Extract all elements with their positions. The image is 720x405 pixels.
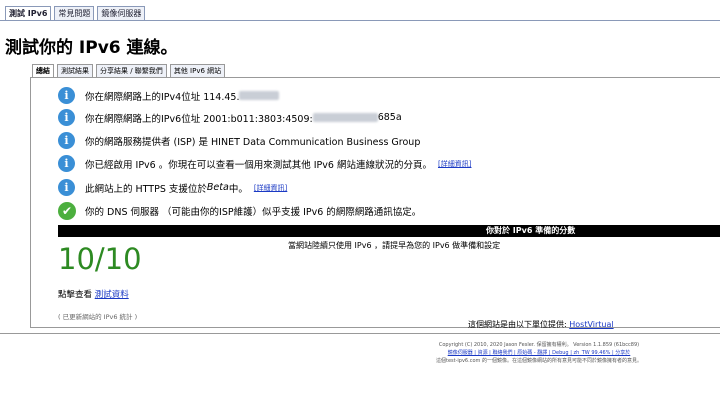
detail-link[interactable]: [詳細資訊] bbox=[254, 183, 287, 193]
footer-links-text[interactable]: 鏡像伺服器 | 資源 | 聯絡我們 | 原始碼 - 翻譯 | Debug | z… bbox=[448, 350, 631, 356]
info-icon: i bbox=[58, 132, 75, 149]
ipv6-text: 你在網際網路上的IPv6位址 2001:b011:3803:4509: bbox=[85, 113, 313, 125]
stats-link[interactable]: ( 已更新網站的 IPv6 統計 ) bbox=[58, 311, 137, 321]
info-icon: i bbox=[58, 87, 75, 104]
info-icon: i bbox=[58, 109, 75, 126]
dns-row: ✔ 你的 DNS 伺服器 （可能由你的ISP維護）似乎支援 IPv6 的網際網路… bbox=[58, 202, 421, 220]
ipv4-row: i 你在網際網路上的IPv4位址 114.45. bbox=[58, 87, 280, 104]
score-value: 10/10 bbox=[58, 242, 142, 276]
top-tab-bar: 測試 IPv6 常見問題 鏡像伺服器 bbox=[5, 6, 146, 21]
dns-text: 你的 DNS 伺服器 （可能由你的ISP維護）似乎支援 IPv6 的網際網路通訊… bbox=[85, 207, 422, 218]
score-header-bar: 你對於 IPv6 準備的分數 bbox=[58, 225, 720, 237]
footer-copyright: Copyright (C) 2010, 2020 Jason Fesler. 保… bbox=[438, 342, 640, 348]
footer-links: 鏡像伺服器 | 資源 | 聯絡我們 | 原始碼 - 翻譯 | Debug | z… bbox=[424, 349, 654, 356]
ipv6-enabled-text: 你已經啟用 IPv6 。你現在可以查看一個用來測試其他 IPv6 網站連線狀況的… bbox=[85, 159, 432, 171]
tab-mirrors[interactable]: 鏡像伺服器 bbox=[97, 6, 146, 21]
detail-link[interactable]: [詳細資訊] bbox=[438, 159, 471, 169]
test-data-line: 點擊查看 測試資料 bbox=[58, 288, 129, 300]
ipv4-text: 你在網際網路上的IPv4位址 114.45. bbox=[85, 91, 240, 103]
redacted-ipv4 bbox=[239, 91, 280, 100]
sub-tab-bar: 總結 測試結果 分享結果 / 聯繫我們 其他 IPv6 網站 bbox=[32, 64, 226, 78]
https-row: i 此網站上的 HTTPS 支援位於 Beta 中。 [詳細資訊] bbox=[58, 179, 287, 196]
tab-test-results[interactable]: 測試結果 bbox=[57, 64, 93, 78]
check-icon: ✔ bbox=[58, 202, 76, 220]
tab-test-ipv6[interactable]: 測試 IPv6 bbox=[5, 6, 52, 21]
https-beta: Beta bbox=[206, 182, 229, 193]
tab-divider bbox=[0, 20, 720, 21]
footer-note: 這個test-ipv6.com 的一個鏡像。在這個鏡像網站的所有意見可能不同於鏡… bbox=[436, 358, 642, 364]
https-suffix: 中。 bbox=[228, 183, 248, 195]
isp-row: i 你的網路服務提供者 (ISP) 是 HINET Data Communica… bbox=[58, 132, 420, 149]
info-icon: i bbox=[58, 155, 75, 172]
click-text: 點擊查看 bbox=[58, 290, 95, 300]
https-text: 此網站上的 HTTPS 支援位於 bbox=[85, 183, 207, 195]
isp-text: 你的網路服務提供者 (ISP) 是 HINET Data Communicati… bbox=[85, 136, 421, 148]
host-text: 這個網站是由以下單位提供: bbox=[468, 320, 570, 329]
test-data-link[interactable]: 測試資料 bbox=[95, 290, 129, 300]
redacted-ipv6 bbox=[312, 113, 378, 122]
info-icon: i bbox=[58, 179, 75, 196]
ipv6-row: i 你在網際網路上的IPv6位址 2001:b011:3803:4509: 68… bbox=[58, 109, 402, 126]
ipv6-enabled-row: i 你已經啟用 IPv6 。你現在可以查看一個用來測試其他 IPv6 網站連線狀… bbox=[58, 155, 471, 172]
page-title: 測試你的 IPv6 連線。 bbox=[5, 38, 178, 58]
host-line: 這個網站是由以下單位提供: HostVirtual bbox=[468, 319, 614, 330]
tab-faq[interactable]: 常見問題 bbox=[54, 6, 95, 21]
tab-summary[interactable]: 總結 bbox=[32, 64, 54, 78]
score-note: 當網站陸續只使用 IPv6 ，請提早為您的 IPv6 做準備和設定 bbox=[288, 241, 501, 250]
host-link[interactable]: HostVirtual bbox=[569, 320, 613, 329]
footer-divider bbox=[0, 333, 720, 334]
tab-other-sites[interactable]: 其他 IPv6 網站 bbox=[169, 64, 226, 78]
score-header: 你對於 IPv6 準備的分數 bbox=[486, 226, 576, 235]
tab-share-results[interactable]: 分享結果 / 聯繫我們 bbox=[96, 64, 167, 78]
ipv6-suffix: 685a bbox=[377, 112, 402, 123]
